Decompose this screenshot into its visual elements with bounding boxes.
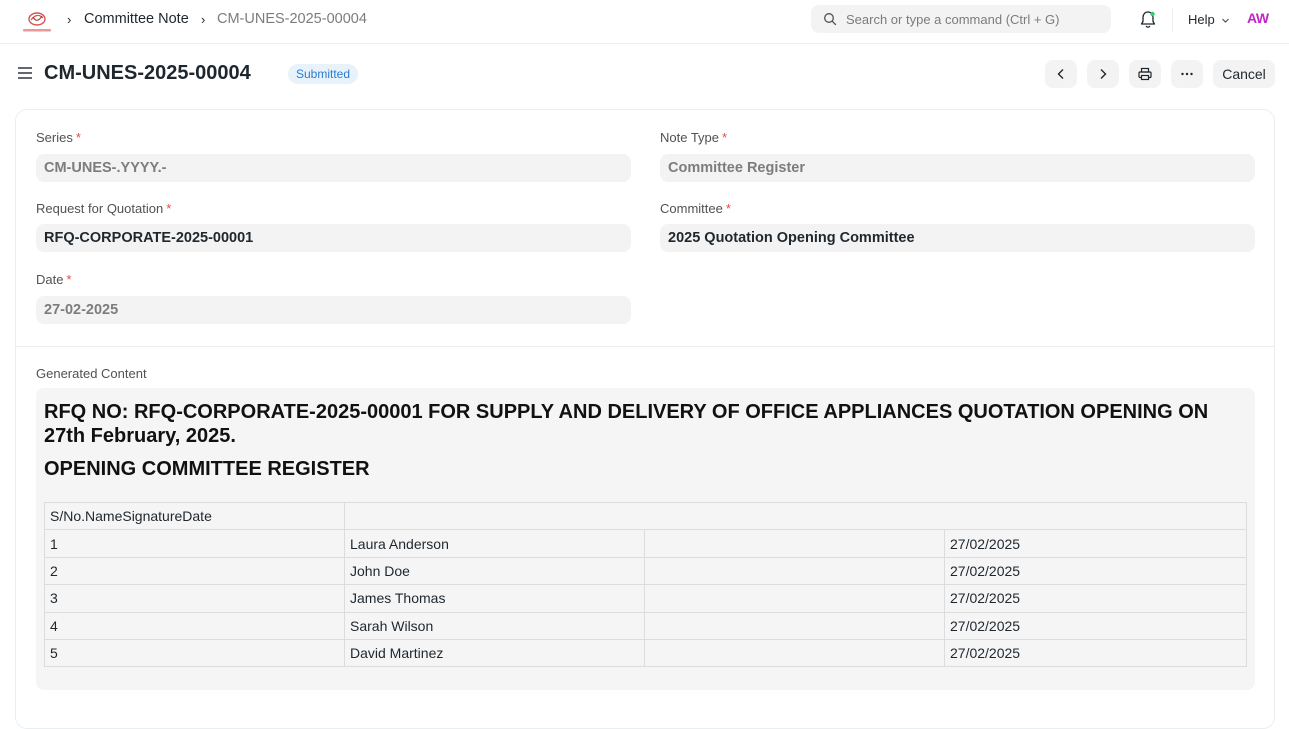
note-type-field[interactable]: Committee Register: [660, 154, 1255, 182]
breadcrumb-committee-note[interactable]: Committee Note: [84, 11, 189, 27]
generated-heading: RFQ NO: RFQ-CORPORATE-2025-00001 FOR SUP…: [44, 401, 1209, 447]
table-row: 3 James Thomas 27/02/2025: [44, 584, 1247, 613]
row-name: Laura Anderson: [344, 529, 645, 558]
row-date: 27/02/2025: [944, 584, 1247, 613]
committee-field[interactable]: 2025 Quotation Opening Committee: [660, 224, 1255, 252]
note-type-label: Note Type *: [660, 130, 728, 145]
printer-icon: [1138, 67, 1152, 81]
menu-icon[interactable]: [17, 66, 33, 80]
row-name: David Martinez: [344, 638, 645, 668]
next-doc-button[interactable]: [1087, 60, 1119, 88]
row-number: 1: [44, 529, 345, 558]
print-button[interactable]: [1129, 60, 1161, 88]
row-signature: [644, 556, 945, 586]
generated-content-label: Generated Content: [36, 366, 147, 381]
avatar[interactable]: AW: [1247, 10, 1269, 26]
table-row: 4 Sarah Wilson 27/02/2025: [44, 611, 1247, 640]
help-dropdown[interactable]: Help: [1188, 12, 1230, 27]
search-input[interactable]: [846, 5, 1101, 33]
form-card: Series * CM-UNES-.YYYY.- Note Type * Commi…: [15, 109, 1275, 729]
generated-content-box: RFQ NO: RFQ-CORPORATE-2025-00001 FOR SUP…: [36, 388, 1255, 690]
row-name: James Thomas: [344, 584, 645, 613]
more-actions-button[interactable]: [1171, 60, 1203, 88]
chevron-right-icon: [1100, 69, 1107, 79]
row-number: 2: [44, 556, 345, 586]
table-row: 2 John Doe 27/02/2025: [44, 556, 1247, 586]
cancel-button[interactable]: Cancel: [1213, 60, 1275, 88]
date-field[interactable]: 27-02-2025: [36, 296, 631, 324]
row-signature: [644, 638, 945, 668]
table-header-row: S/No.NameSignatureDate: [44, 501, 1247, 531]
table-header-empty-cell: [344, 501, 1247, 531]
page-title: CM-UNES-2025-00004: [44, 62, 251, 84]
committee-label: Committee *: [660, 201, 731, 216]
search-bar[interactable]: [811, 5, 1111, 33]
row-date: 27/02/2025: [944, 638, 1247, 668]
more-icon: [1181, 72, 1193, 76]
row-number: 5: [44, 638, 345, 668]
row-signature: [644, 529, 945, 558]
row-date: 27/02/2025: [944, 529, 1247, 558]
help-label: Help: [1188, 12, 1215, 27]
row-number: 3: [44, 584, 345, 613]
series-field[interactable]: CM-UNES-.YYYY.-: [36, 154, 631, 182]
chevron-down-icon: [1222, 18, 1230, 23]
table-header-cell: S/No.NameSignatureDate: [44, 501, 345, 531]
navbar-divider: [1172, 8, 1173, 32]
previous-doc-button[interactable]: [1045, 60, 1077, 88]
top-navbar: › Committee Note › CM-UNES-2025-00004 He…: [0, 0, 1289, 44]
section-divider: [16, 346, 1274, 347]
row-date: 27/02/2025: [944, 611, 1247, 640]
rfq-field[interactable]: RFQ-CORPORATE-2025-00001: [36, 224, 631, 252]
search-icon: [824, 13, 837, 26]
row-name: Sarah Wilson: [344, 611, 645, 640]
row-number: 4: [44, 611, 345, 640]
series-label: Series *: [36, 130, 81, 145]
table-row: 1 Laura Anderson 27/02/2025: [44, 529, 1247, 558]
chevron-right-icon: ›: [201, 12, 206, 27]
breadcrumb-current-doc[interactable]: CM-UNES-2025-00004: [217, 11, 367, 27]
bell-icon[interactable]: [1139, 10, 1157, 30]
row-signature: [644, 611, 945, 640]
committee-register-table: S/No.NameSignatureDate 1 Laura Anderson …: [44, 501, 1247, 668]
chevron-right-icon: ›: [67, 12, 72, 27]
status-badge: Submitted: [288, 64, 359, 84]
generated-subheading: OPENING COMMITTEE REGISTER: [44, 458, 370, 480]
row-signature: [644, 584, 945, 613]
table-row: 5 David Martinez 27/02/2025: [44, 638, 1247, 668]
app-logo-icon[interactable]: [20, 8, 54, 36]
date-label: Date *: [36, 272, 72, 287]
row-date: 27/02/2025: [944, 556, 1247, 586]
row-name: John Doe: [344, 556, 645, 586]
rfq-label: Request for Quotation *: [36, 201, 172, 216]
chevron-left-icon: [1057, 69, 1064, 79]
